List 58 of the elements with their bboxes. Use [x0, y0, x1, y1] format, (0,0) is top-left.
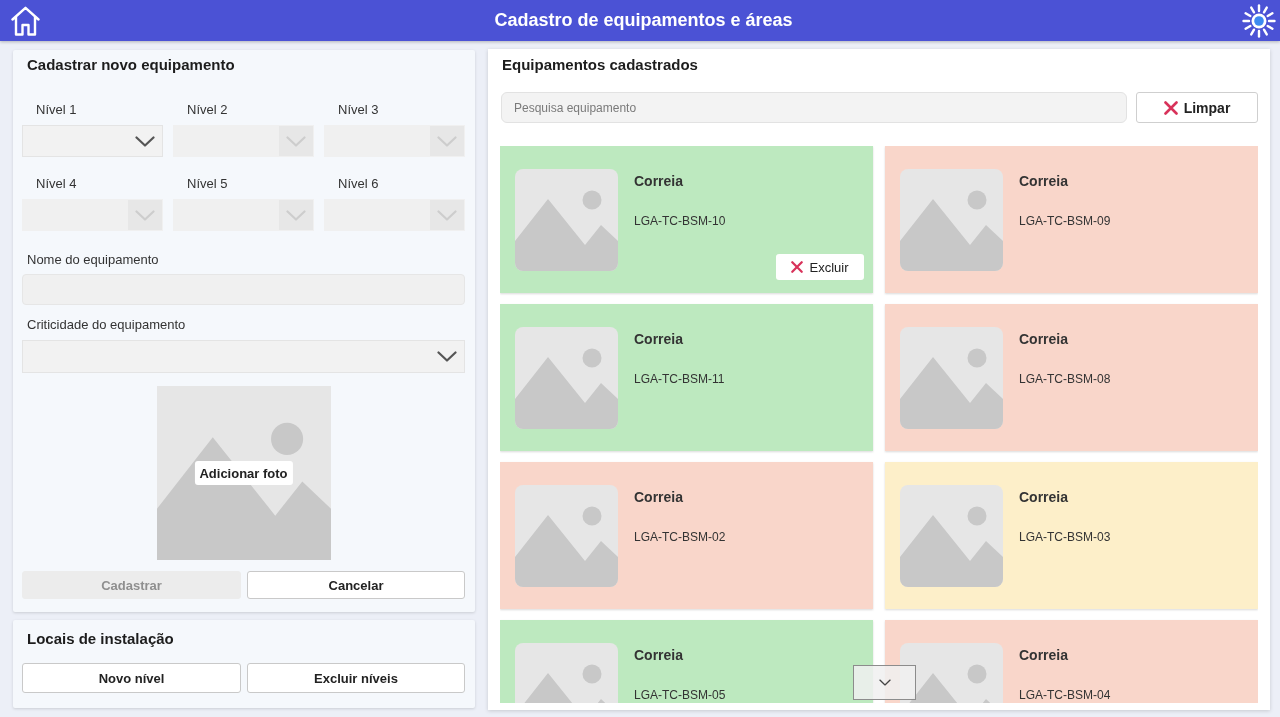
- equipment-code: LGA-TC-BSM-10: [634, 213, 726, 229]
- equipment-card[interactable]: Correia LGA-TC-BSM-11: [500, 304, 873, 451]
- equipment-name: Correia: [634, 173, 684, 189]
- chevron-icon: [286, 135, 306, 147]
- equipment-name: Correia: [1019, 331, 1069, 347]
- equipment-card[interactable]: Correia LGA-TC-BSM-08: [885, 304, 1258, 451]
- equipment-card[interactable]: Correia LGA-TC-BSM-03: [885, 462, 1258, 609]
- level-button[interactable]: Excluir níveis: [247, 663, 465, 693]
- panel-title: Locais de instalação: [26, 629, 175, 649]
- scroll-down-button[interactable]: [853, 665, 916, 700]
- equipment-card[interactable]: Correia LGA-TC-BSM-04: [885, 620, 1258, 703]
- clear-button[interactable]: Limpar: [1136, 92, 1258, 123]
- equipment-name: Correia: [634, 489, 684, 505]
- equipment-code: LGA-TC-BSM-11: [634, 371, 725, 387]
- delete-button[interactable]: Excluir: [776, 254, 864, 280]
- equipment-code: LGA-TC-BSM-02: [634, 529, 726, 545]
- field-label: Nível 4: [35, 176, 77, 192]
- equipment-name: Correia: [634, 331, 684, 347]
- equipment-code: LGA-TC-BSM-04: [1019, 687, 1111, 703]
- panel-title: Equipamentos cadastrados: [501, 55, 699, 75]
- equipment-code: LGA-TC-BSM-03: [1019, 529, 1111, 545]
- dropdown-field[interactable]: [22, 125, 163, 157]
- level-button[interactable]: Novo nível: [22, 663, 241, 693]
- equipment-name: Correia: [1019, 489, 1069, 505]
- home-icon[interactable]: [11, 5, 40, 36]
- equipment-code: LGA-TC-BSM-05: [634, 687, 726, 703]
- equipment-card[interactable]: Correia LGA-TC-BSM-05: [500, 620, 873, 703]
- field-label: Nível 1: [35, 102, 77, 118]
- field-label: Nível 5: [186, 176, 228, 192]
- equipment-code: LGA-TC-BSM-08: [1019, 371, 1111, 387]
- field-label: Nível 3: [337, 102, 379, 118]
- equipment-card[interactable]: Correia LGA-TC-BSM-02: [500, 462, 873, 609]
- equipment-card[interactable]: Correia LGA-TC-BSM-10 Excluir: [500, 146, 873, 293]
- field-label: Nível 2: [186, 102, 228, 118]
- add-photo-button[interactable]: Adicionar foto: [194, 461, 293, 485]
- chevron-icon: [878, 679, 891, 686]
- equipment-name: Correia: [1019, 173, 1069, 189]
- equipment-name: Correia: [1019, 647, 1069, 663]
- chevron-icon: [437, 209, 457, 221]
- panel-title: Cadastrar novo equipamento: [26, 55, 236, 75]
- search-field[interactable]: Pesquisa equipamento: [501, 92, 1127, 123]
- close-icon: [791, 261, 804, 273]
- sun-icon[interactable]: [1242, 3, 1276, 38]
- field-label: Nome do equipamento: [26, 252, 159, 268]
- field-label: Nível 6: [337, 176, 379, 192]
- page-title: Cadastro de equipamentos e áreas: [494, 10, 793, 31]
- chevron-icon: [437, 351, 457, 362]
- chevron-icon: [437, 135, 457, 147]
- equipment-card[interactable]: Correia LGA-TC-BSM-09: [885, 146, 1258, 293]
- close-icon: [1163, 100, 1178, 115]
- chevron-icon: [135, 135, 155, 147]
- chevron-icon: [286, 209, 306, 221]
- equipment-code: LGA-TC-BSM-09: [1019, 213, 1111, 229]
- chevron-icon: [135, 209, 155, 221]
- field-label: Criticidade do equipamento: [26, 317, 186, 333]
- equipment-name: Correia: [634, 647, 684, 663]
- dropdown-field[interactable]: [22, 340, 465, 373]
- form-button[interactable]: Cancelar: [247, 571, 465, 599]
